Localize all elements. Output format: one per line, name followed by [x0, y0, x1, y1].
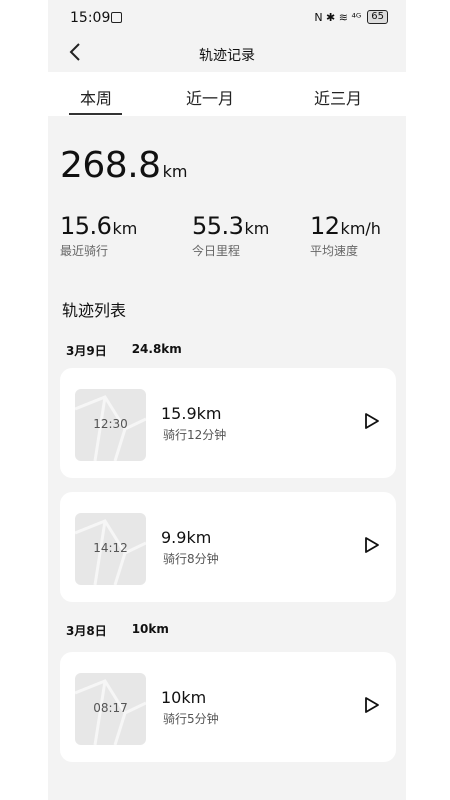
track-duration: 骑行5分钟	[163, 712, 219, 726]
stat-recent-ride: 15.6km 最近骑行	[60, 212, 137, 259]
tab-this-week[interactable]: 本周	[80, 85, 112, 109]
track-duration: 骑行8分钟	[163, 552, 219, 566]
nav-bar: 轨迹记录	[48, 36, 406, 72]
group-date: 3月9日	[66, 344, 107, 358]
notification-icon	[111, 12, 122, 23]
stat-label: 今日里程	[192, 244, 241, 258]
network-icons: N ✱ ≋ ⁴ᴳ	[314, 10, 362, 24]
stat-value: 15.6	[60, 212, 112, 240]
play-icon[interactable]	[364, 536, 380, 558]
track-distance: 15.9km	[161, 404, 222, 423]
stat-value: 55.3	[192, 212, 244, 240]
date-group-header: 3月8日 10km	[66, 622, 169, 639]
battery-icon: 65	[367, 10, 388, 24]
stat-unit: km	[112, 219, 138, 238]
track-card[interactable]: 08:17 10km 骑行5分钟	[60, 652, 396, 762]
start-time: 14:12	[93, 541, 128, 555]
app-screen: 15:09 N ✱ ≋ ⁴ᴳ 65 轨迹记录 本周 近一月 近三月 268.8 …	[48, 0, 406, 800]
stat-label: 最近骑行	[60, 244, 109, 258]
page-title: 轨迹记录	[199, 48, 255, 64]
group-total: 10km	[131, 622, 169, 636]
stat-today-mileage: 55.3km 今日里程	[192, 212, 269, 259]
track-duration: 骑行12分钟	[163, 428, 227, 442]
total-distance-value: 268.8	[60, 145, 161, 186]
status-icons: N ✱ ≋ ⁴ᴳ 65	[314, 10, 388, 24]
status-time: 15:09	[70, 10, 111, 26]
track-distance: 9.9km	[161, 528, 212, 547]
tab-last-three-months[interactable]: 近三月	[314, 85, 362, 109]
stat-unit: km/h	[340, 219, 381, 238]
map-thumbnail: 14:12	[75, 513, 146, 585]
play-icon[interactable]	[364, 696, 380, 718]
group-total: 24.8km	[131, 342, 182, 356]
map-thumbnail: 08:17	[75, 673, 146, 745]
total-distance-unit: km	[162, 162, 188, 181]
start-time: 08:17	[93, 701, 128, 715]
track-card[interactable]: 12:30 15.9km 骑行12分钟	[60, 368, 396, 478]
stat-unit: km	[244, 219, 270, 238]
map-thumbnail: 12:30	[75, 389, 146, 461]
tab-last-month[interactable]: 近一月	[186, 85, 234, 109]
active-tab-indicator	[69, 113, 122, 115]
status-bar: 15:09 N ✱ ≋ ⁴ᴳ 65	[48, 0, 406, 36]
stat-value: 12	[310, 212, 340, 240]
group-date: 3月8日	[66, 624, 107, 638]
total-distance: 268.8 km	[60, 145, 187, 186]
stat-average-speed: 12km/h 平均速度	[310, 212, 381, 259]
play-icon[interactable]	[364, 412, 380, 434]
track-card[interactable]: 14:12 9.9km 骑行8分钟	[60, 492, 396, 602]
track-list-title: 轨迹列表	[62, 301, 127, 320]
start-time: 12:30	[93, 417, 128, 431]
tab-bar: 本周 近一月 近三月	[48, 72, 406, 116]
date-group-header: 3月9日 24.8km	[66, 342, 182, 359]
track-distance: 10km	[161, 688, 207, 707]
stat-label: 平均速度	[310, 244, 359, 258]
